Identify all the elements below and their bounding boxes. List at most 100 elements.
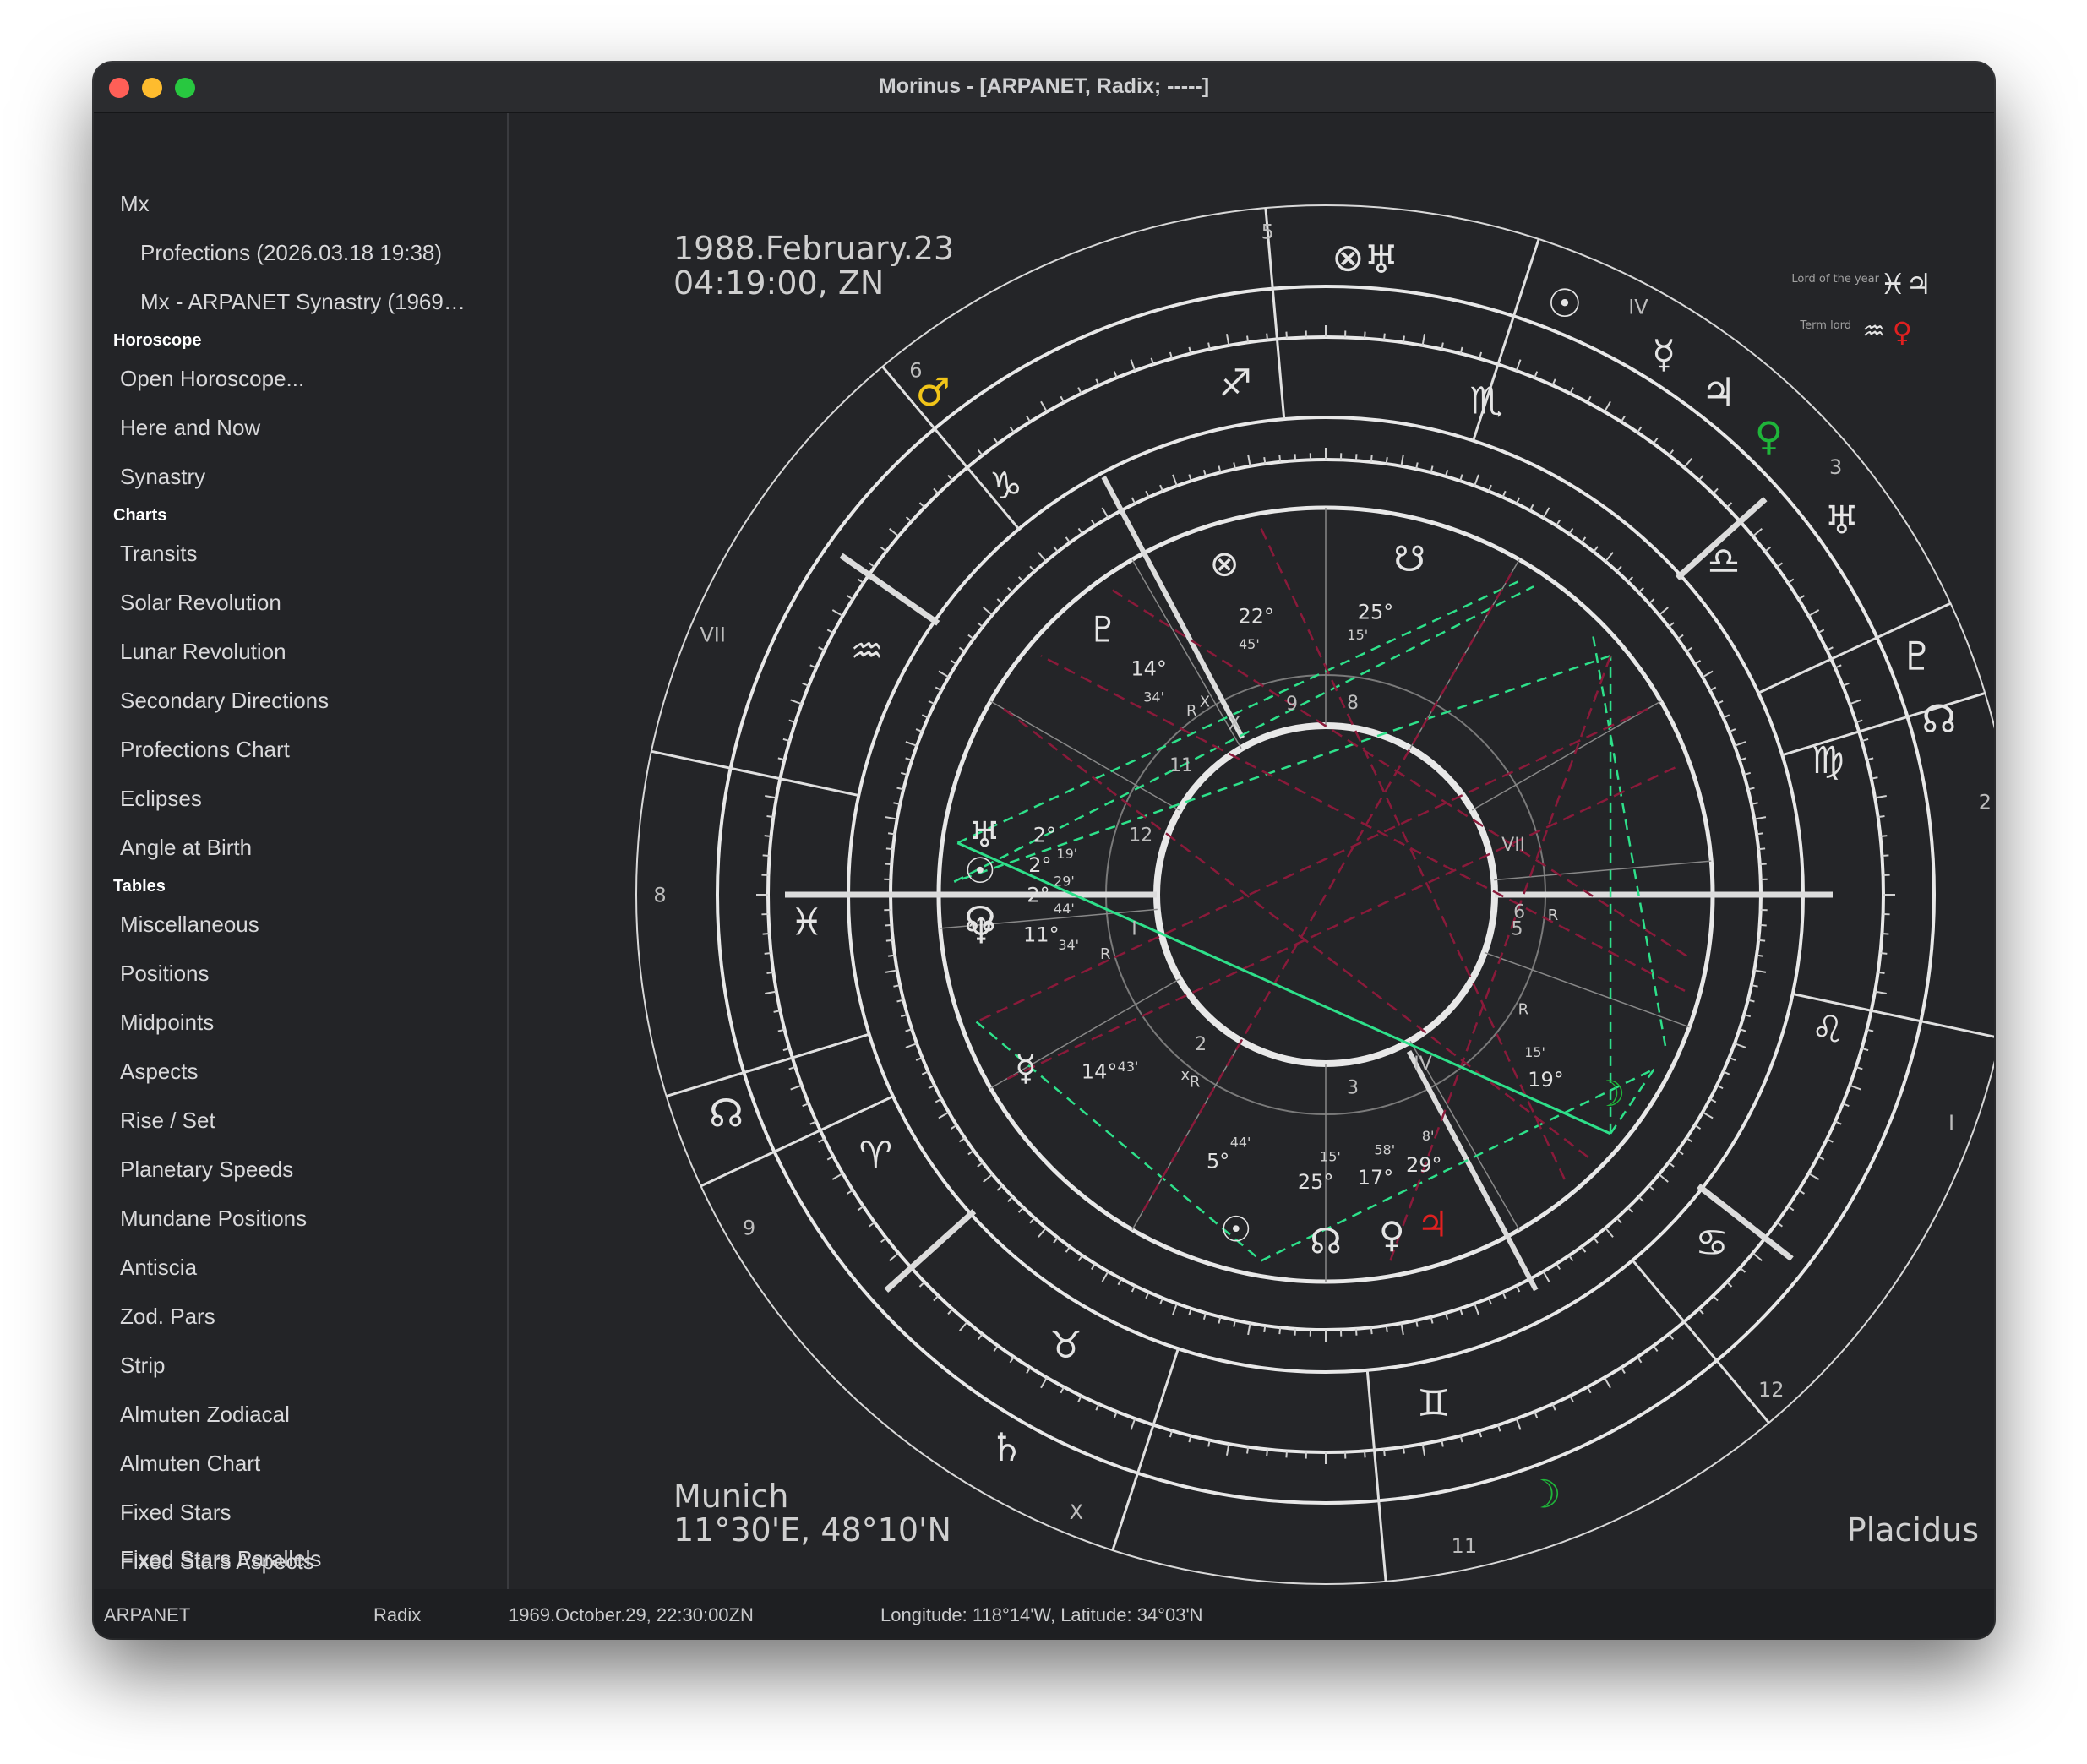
sidebar-item-profections[interactable]: Profections (2026.03.18 19:38) bbox=[140, 240, 442, 266]
sidebar-item-transits[interactable]: Transits bbox=[120, 541, 198, 567]
sidebar-item-aspects[interactable]: Aspects bbox=[120, 1059, 199, 1085]
inner-house-cusp bbox=[989, 700, 1180, 811]
sidebar-item-fixed-stars[interactable]: Fixed Stars bbox=[120, 1500, 232, 1526]
outer-degree-tick bbox=[1683, 458, 1693, 469]
house-cusps bbox=[651, 207, 1994, 1582]
outer-degree-tick bbox=[1246, 1446, 1250, 1454]
inner-degree-tick bbox=[1101, 507, 1109, 519]
sidebar-item-profections-chart[interactable]: Profections Chart bbox=[120, 737, 290, 763]
degree-label: 2° bbox=[1033, 824, 1056, 847]
term-lord-label: Term lord bbox=[1799, 319, 1851, 332]
outer-degree-tick bbox=[1668, 449, 1675, 456]
outer-degree-tick bbox=[857, 1206, 864, 1211]
sidebar-item-fixed-stars-parallels[interactable]: Fixed Stars Parallels bbox=[120, 1546, 321, 1572]
chart-canvas[interactable]: 5 IV 3 2 I 12 11 X 9 8 VII 6 8 9 X 11 12 I 2 3 IV 5 6 VII ♏ ♐ ♑ ♒ ♓ ♈… bbox=[509, 113, 1994, 1589]
inner-degree-tick bbox=[1053, 1237, 1059, 1244]
inner-degree-tick bbox=[1017, 1206, 1024, 1213]
outer-degree-tick bbox=[762, 854, 770, 857]
outer-degree-tick bbox=[868, 562, 875, 568]
sidebar-item-strip[interactable]: Strip bbox=[120, 1353, 165, 1379]
sidebar-item-miscellaneous[interactable]: Miscellaneous bbox=[120, 912, 259, 938]
outer-house-cusp bbox=[1365, 1369, 1387, 1582]
inner-planet-glyph: ☽ bbox=[1594, 1073, 1626, 1114]
zodiac-sign-glyph: ♌ bbox=[1811, 1009, 1844, 1052]
outer-degree-tick bbox=[1285, 331, 1288, 339]
degree-label: 11° bbox=[1023, 923, 1060, 947]
sidebar-item-solar-revolution[interactable]: Solar Revolution bbox=[120, 590, 281, 616]
outer-degree-tick bbox=[1877, 971, 1885, 974]
sidebar-item-midpoints[interactable]: Midpoints bbox=[120, 1010, 214, 1036]
inner-degree-tick bbox=[1754, 969, 1767, 973]
outer-planet-glyph: ☊ bbox=[1921, 696, 1956, 742]
sidebar-item-open-horoscope[interactable]: Open Horoscope... bbox=[120, 366, 304, 392]
outer-degree-tick bbox=[958, 1320, 968, 1331]
sidebar-item-planetary-speeds[interactable]: Planetary Speeds bbox=[120, 1157, 293, 1183]
sidebar-item-mundane-positions[interactable]: Mundane Positions bbox=[120, 1206, 307, 1232]
sidebar-item-antiscia[interactable]: Antiscia bbox=[120, 1255, 197, 1281]
inner-planet-glyph: ⊗ bbox=[1210, 543, 1240, 585]
outer-degree-tick bbox=[766, 971, 774, 974]
inner-degree-tick bbox=[1754, 816, 1767, 820]
sidebar-item-lunar-revolution[interactable]: Lunar Revolution bbox=[120, 639, 286, 665]
outer-degree-tick bbox=[1225, 1443, 1230, 1456]
sidebar-item-synastry-session[interactable]: Mx - ARPANET Synastry (1969… bbox=[140, 289, 466, 315]
inner-degree-tick bbox=[1734, 1043, 1746, 1048]
outer-ic-axis bbox=[884, 1209, 977, 1293]
outer-degree-tick bbox=[1726, 502, 1733, 509]
retrograde-marker: R bbox=[1100, 945, 1111, 963]
inner-degree-tick bbox=[1580, 1246, 1587, 1253]
degree-label: 25° bbox=[1298, 1170, 1334, 1194]
inner-degree-tick bbox=[1065, 1246, 1071, 1253]
sidebar-item-almuten-zodiacal[interactable]: Almuten Zodiacal bbox=[120, 1402, 290, 1428]
sidebar-item-angle-at-birth[interactable]: Angle at Birth bbox=[120, 835, 252, 861]
inner-degree-tick bbox=[1354, 454, 1358, 461]
sidebar-item-zod-pars[interactable]: Zod. Pars bbox=[120, 1304, 215, 1330]
sidebar-item-synastry[interactable]: Synastry bbox=[120, 464, 205, 490]
inner-degree-tick bbox=[1077, 1255, 1083, 1262]
outer-degree-tick bbox=[1604, 400, 1611, 412]
inner-degree-tick bbox=[885, 847, 893, 851]
inner-degree-tick bbox=[1065, 536, 1071, 543]
outer-degree-tick bbox=[1040, 1377, 1048, 1389]
outer-degree-tick bbox=[1739, 1266, 1746, 1273]
sidebar-item-secondary-directions[interactable]: Secondary Directions bbox=[120, 688, 329, 714]
inner-degree-tick bbox=[938, 670, 950, 678]
inner-degree-tick bbox=[1263, 456, 1267, 465]
outer-degree-tick bbox=[766, 815, 774, 819]
outer-degree-tick bbox=[1402, 1446, 1405, 1454]
inner-degree-tick bbox=[905, 741, 918, 747]
sidebar-item-positions[interactable]: Positions bbox=[120, 961, 210, 987]
square-aspect-line bbox=[1040, 655, 1686, 992]
sidebar-item-here-and-now[interactable]: Here and Now bbox=[120, 415, 260, 441]
inner-degree-tick bbox=[1294, 454, 1297, 461]
inner-degree-tick bbox=[1759, 863, 1767, 866]
inner-degree-tick bbox=[1648, 598, 1655, 605]
outer-degree-tick bbox=[1808, 609, 1820, 617]
degree-label: 29° bbox=[1406, 1153, 1442, 1177]
inner-planet-glyph: ♀ bbox=[1379, 1214, 1405, 1255]
inner-degree-tick bbox=[938, 1111, 950, 1119]
sidebar-item-eclipses[interactable]: Eclipses bbox=[120, 786, 202, 812]
sidebar-section-charts: Charts bbox=[113, 506, 167, 525]
term-lord-planet-glyph: ♀ bbox=[1893, 316, 1912, 348]
outer-degree-tick bbox=[993, 437, 999, 444]
outer-planet-glyph: ☊ bbox=[709, 1090, 744, 1135]
horoscope-wheel: 5IV32I1211X98VII689X1112I23IV56VII♏♐♑♒♓♈… bbox=[635, 204, 1994, 1585]
outer-degree-tick bbox=[1776, 1222, 1784, 1228]
outer-house-number: 5 bbox=[1261, 220, 1274, 243]
sidebar-item-mx[interactable]: Mx bbox=[120, 191, 150, 217]
inner-degree-tick bbox=[1648, 1184, 1655, 1191]
outer-degree-tick bbox=[1246, 335, 1250, 343]
sidebar-item-almuten-chart[interactable]: Almuten Chart bbox=[120, 1451, 260, 1477]
inner-planet-glyph: ♃ bbox=[1417, 1204, 1449, 1245]
sidebar-item-rise-set[interactable]: Rise / Set bbox=[120, 1108, 215, 1134]
outer-degree-tick bbox=[1009, 1356, 1015, 1364]
inner-house-number: I bbox=[1131, 919, 1137, 940]
inner-planet-glyph: ☊ bbox=[1310, 1221, 1341, 1262]
inner-degree-tick bbox=[1007, 586, 1014, 593]
inner-degree-tick bbox=[977, 1162, 984, 1168]
inner-planet-glyph: ♆ bbox=[965, 911, 997, 952]
sidebar-section-horoscope: Horoscope bbox=[113, 331, 202, 350]
inner-degree-tick bbox=[1593, 1237, 1599, 1244]
inner-planet-glyph: ☉ bbox=[964, 850, 996, 891]
